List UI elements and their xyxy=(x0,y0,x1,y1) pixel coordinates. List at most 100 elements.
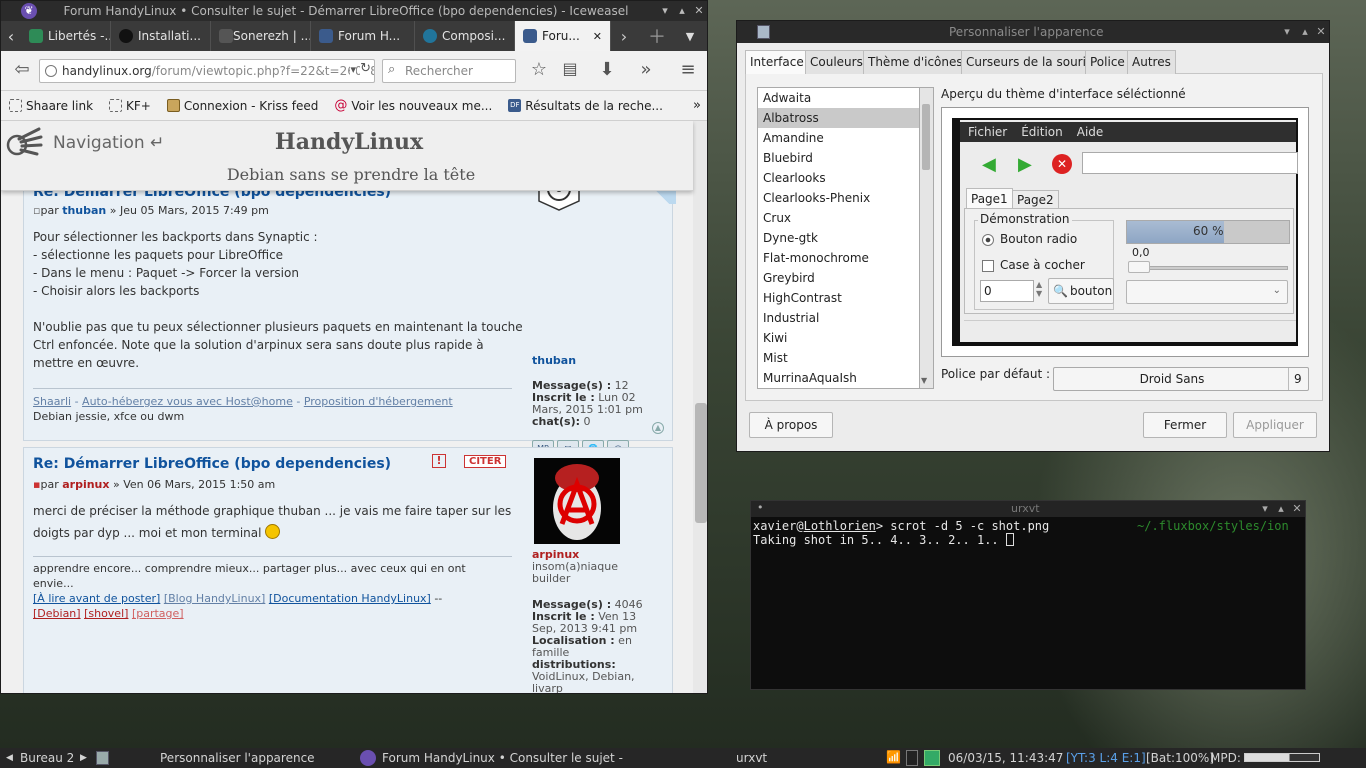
tab-forum-1[interactable]: Forum H... xyxy=(311,21,415,51)
report-icon[interactable]: ! xyxy=(432,454,446,468)
theme-item[interactable]: Clearlooks-Phenix xyxy=(758,188,919,208)
bookmark-kriss[interactable]: Connexion - Kriss feed xyxy=(159,91,327,121)
preview-tab-page2[interactable]: Page2 xyxy=(1012,190,1059,209)
preview-button[interactable]: 🔍 bouton xyxy=(1048,278,1114,304)
quote-button[interactable]: CITER xyxy=(464,455,507,468)
update-tray-icon[interactable] xyxy=(924,750,940,766)
maximize-icon[interactable]: ▴ xyxy=(1273,502,1289,515)
theme-item[interactable]: Bluebird xyxy=(758,148,919,168)
preview-combobox[interactable]: ⌄ xyxy=(1126,280,1288,304)
back-arrow-icon[interactable]: ◀ xyxy=(982,154,996,175)
tab-forum-active[interactable]: Foru... ✕ xyxy=(515,21,611,51)
theme-item[interactable]: MurrinaAquaIsh xyxy=(758,368,919,388)
minimize-icon[interactable]: ▾ xyxy=(1279,25,1295,38)
theme-item[interactable]: HighContrast xyxy=(758,288,919,308)
mpd-volume-bar[interactable] xyxy=(1244,753,1320,762)
tab-sonerezh[interactable]: Sonerezh | ... xyxy=(211,21,311,51)
post-author-link[interactable]: arpinux xyxy=(62,478,109,491)
hosting-proposal-link[interactable]: Proposition d'hébergement xyxy=(304,395,453,408)
bookmarks-overflow-icon[interactable]: » xyxy=(693,98,701,113)
tab-icon-theme[interactable]: Thème d'icônes xyxy=(863,50,968,74)
tab-interface[interactable]: Interface xyxy=(745,50,809,74)
about-button[interactable]: À propos xyxy=(749,412,833,438)
preview-entry[interactable] xyxy=(1082,152,1298,174)
menu-aide[interactable]: Aide xyxy=(1077,125,1104,139)
tab-libertes[interactable]: Libertés -... xyxy=(21,21,111,51)
menu-edition[interactable]: Édition xyxy=(1021,125,1063,139)
font-button[interactable]: Droid Sans 9 xyxy=(1053,367,1309,391)
maximize-icon[interactable]: ▴ xyxy=(674,4,690,17)
prev-workspace-icon[interactable]: ◀ xyxy=(6,753,13,763)
close-icon[interactable]: ✕ xyxy=(1289,502,1305,515)
spin-button[interactable]: 0 xyxy=(980,280,1034,302)
tab-autres[interactable]: Autres xyxy=(1127,50,1176,74)
tab-composition[interactable]: Composi... xyxy=(415,21,515,51)
post-title[interactable]: Re: Démarrer LibreOffice (bpo dependenci… xyxy=(33,456,391,472)
read-before-posting-link[interactable]: [À lire avant de poster] xyxy=(33,592,160,605)
apply-button[interactable]: Appliquer xyxy=(1233,412,1317,438)
forward-arrow-icon[interactable]: ▶ xyxy=(1018,154,1032,175)
maximize-icon[interactable]: ▴ xyxy=(1297,25,1313,38)
url-bar[interactable]: handylinux.org/forum/viewtopic.php?f=22&… xyxy=(39,59,375,83)
preview-tab-page1[interactable]: Page1 xyxy=(966,188,1013,209)
task-urxvt[interactable]: urxvt xyxy=(736,751,767,765)
tab-mouse-cursors[interactable]: Curseurs de la souris xyxy=(961,50,1098,74)
tab-scroll-left-icon[interactable]: ‹ xyxy=(1,27,21,46)
task-appearance[interactable]: Personnaliser l'apparence xyxy=(160,751,315,765)
theme-item[interactable]: Albatross xyxy=(758,108,919,128)
navigation-toggle[interactable]: Navigation ↵ xyxy=(53,133,164,153)
scale-slider[interactable] xyxy=(1128,261,1150,273)
theme-item[interactable]: Adwaita xyxy=(758,88,919,108)
spin-arrows-icon[interactable]: ▲ ▼ xyxy=(1036,280,1042,298)
scrollbar-thumb[interactable] xyxy=(922,104,930,170)
theme-item[interactable]: Amandine xyxy=(758,128,919,148)
minimize-icon[interactable]: ▾ xyxy=(1257,502,1273,515)
workspace-name[interactable]: Bureau 2 xyxy=(20,751,74,765)
theme-item[interactable]: Flat-monochrome xyxy=(758,248,919,268)
tab-couleurs[interactable]: Couleurs xyxy=(805,50,868,74)
stop-icon[interactable]: ✕ xyxy=(1052,154,1072,174)
theme-item[interactable]: Crux xyxy=(758,208,919,228)
download-icon[interactable]: ⬇ xyxy=(594,59,620,80)
bookmark-star-icon[interactable]: ☆ xyxy=(526,59,552,80)
scrollbar-thumb[interactable] xyxy=(695,403,707,523)
toolbar-overflow-icon[interactable]: » xyxy=(633,59,659,80)
theme-list[interactable]: Adwaita Albatross Amandine Bluebird Clearloo… xyxy=(757,87,920,389)
host-at-home-link[interactable]: Auto-hébergez vous avec Host@home xyxy=(82,395,293,408)
new-tab-icon[interactable]: ＋ xyxy=(637,23,677,49)
close-button[interactable]: Fermer xyxy=(1143,412,1227,438)
blog-link[interactable]: [Blog HandyLinux] xyxy=(164,592,266,605)
tab-list-icon[interactable]: ▼ xyxy=(677,30,703,43)
bookmark-kf[interactable]: KF+ xyxy=(101,91,159,121)
theme-item[interactable]: Industrial xyxy=(758,308,919,328)
tab-scroll-right-icon[interactable]: › xyxy=(611,27,637,46)
theme-item[interactable]: Mist xyxy=(758,348,919,368)
checkbox[interactable] xyxy=(982,260,994,272)
bookmark-shaare[interactable]: Shaare link xyxy=(1,91,101,121)
theme-item[interactable]: Dyne-gtk xyxy=(758,228,919,248)
radio-button[interactable] xyxy=(982,234,994,246)
theme-item[interactable]: Kiwi xyxy=(758,328,919,348)
back-icon[interactable]: ⇦ xyxy=(9,59,35,80)
post-author-link[interactable]: thuban xyxy=(62,204,106,217)
search-input[interactable]: ⌕ Rechercher xyxy=(382,59,516,83)
next-workspace-icon[interactable]: ▶ xyxy=(80,753,87,763)
profile-name[interactable]: thuban xyxy=(532,354,576,367)
bookmark-results[interactable]: DF Résultats de la reche... xyxy=(500,91,671,121)
reload-icon[interactable]: ↻ xyxy=(360,61,371,76)
tab-close-icon[interactable]: ✕ xyxy=(593,30,602,43)
tab-installation[interactable]: Installati... xyxy=(111,21,211,51)
url-dropdown-icon[interactable]: ▾ xyxy=(350,63,356,76)
theme-list-scrollbar[interactable]: ▼ xyxy=(920,87,934,389)
scale-trough[interactable] xyxy=(1130,266,1288,270)
shovel-link[interactable]: [shovel] xyxy=(84,607,128,620)
minimize-icon[interactable]: ▾ xyxy=(657,4,673,17)
theme-item[interactable]: Clearlooks xyxy=(758,168,919,188)
partage-link[interactable]: [partage] xyxy=(132,607,184,620)
task-browser[interactable]: Forum HandyLinux • Consulter le sujet - xyxy=(382,751,623,765)
menu-fichier[interactable]: Fichier xyxy=(968,125,1007,139)
close-icon[interactable]: ✕ xyxy=(1313,25,1329,38)
network-tray-icon[interactable]: 📶 xyxy=(886,750,901,764)
theme-item[interactable]: Greybird xyxy=(758,268,919,288)
tray-app-icon[interactable] xyxy=(906,750,918,766)
